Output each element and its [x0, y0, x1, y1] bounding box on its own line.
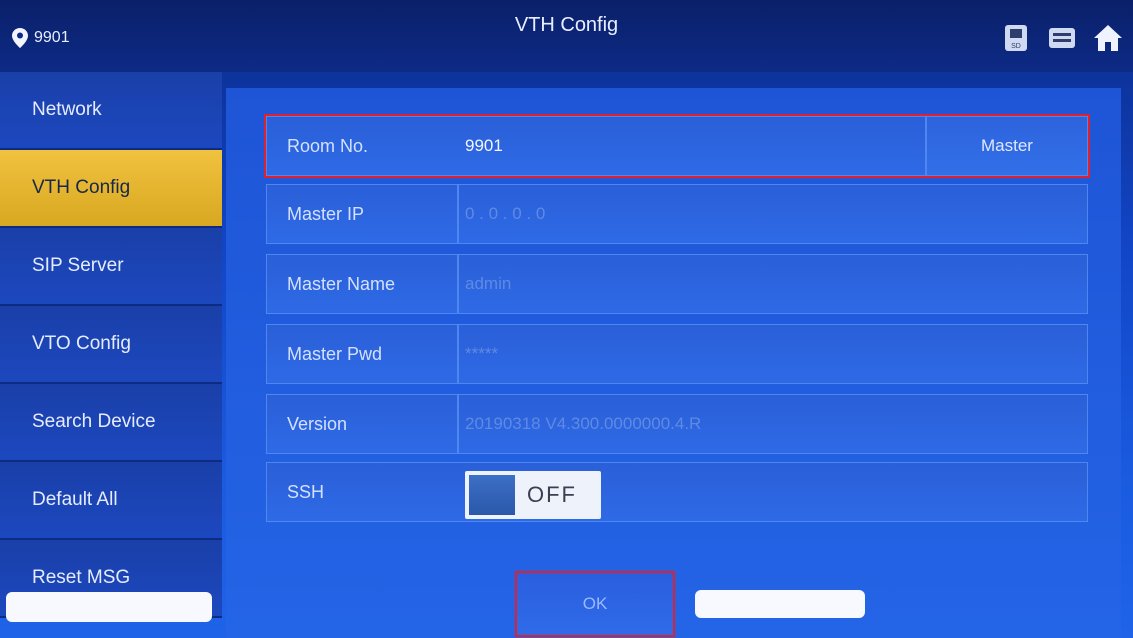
sidebar-item-label: SIP Server	[32, 255, 124, 276]
master-pwd-input[interactable]: *****	[465, 325, 498, 383]
room-no-label: Room No.	[287, 135, 369, 156]
page-title: VTH Config	[514, 14, 619, 36]
room-no-input[interactable]: 9901	[465, 117, 503, 175]
sidebar-item-default-all[interactable]: Default All	[0, 462, 222, 540]
sidebar-item-label: VTH Config	[32, 177, 131, 198]
ok-button[interactable]: OK	[515, 571, 675, 637]
sidebar-item-label: Network	[32, 99, 102, 120]
row-divider	[457, 255, 459, 313]
top-bar: 9901 VTH Config SD	[0, 0, 1133, 72]
config-panel: Room No. 9901 Master Master IP 0 . 0 . 0…	[226, 88, 1121, 638]
row-divider	[457, 395, 459, 453]
master-pwd-row: Master Pwd *****	[266, 324, 1088, 384]
master-ip-input[interactable]: 0 . 0 . 0 . 0	[465, 185, 545, 243]
version-label: Version	[287, 413, 348, 434]
master-ip-label: Master IP	[287, 203, 365, 224]
master-pwd-label: Master Pwd	[287, 343, 383, 364]
sidebar-item-vto-config[interactable]: VTO Config	[0, 306, 222, 384]
home-icon[interactable]	[1091, 22, 1125, 54]
storage-icon[interactable]	[1045, 22, 1079, 54]
ssh-row: SSH OFF	[266, 462, 1088, 522]
screen-glare	[695, 590, 865, 618]
sidebar-item-search-device[interactable]: Search Device	[0, 384, 222, 462]
master-name-label: Master Name	[287, 273, 396, 294]
sidebar-item-label: Search Device	[32, 411, 156, 432]
sidebar-item-network[interactable]: Network	[0, 72, 222, 150]
version-value: 20190318 V4.300.0000000.4.R	[465, 414, 702, 433]
master-button[interactable]: Master	[925, 117, 1087, 175]
toggle-knob	[469, 475, 515, 515]
sidebar-item-sip-server[interactable]: SIP Server	[0, 228, 222, 306]
master-ip-row: Master IP 0 . 0 . 0 . 0	[266, 184, 1088, 244]
ssh-label: SSH	[287, 481, 325, 502]
master-name-row: Master Name admin	[266, 254, 1088, 314]
sidebar-item-label: Reset MSG	[32, 567, 131, 588]
screen-glare	[6, 592, 212, 622]
row-divider	[457, 325, 459, 383]
sd-card-icon[interactable]: SD	[999, 22, 1033, 54]
master-name-input[interactable]: admin	[465, 255, 511, 313]
sidebar: Network VTH Config SIP Server VTO Config…	[0, 72, 222, 638]
ssh-state-label: OFF	[527, 482, 577, 507]
sidebar-item-vth-config[interactable]: VTH Config	[0, 150, 222, 228]
version-row: Version 20190318 V4.300.0000000.4.R	[266, 394, 1088, 454]
sidebar-item-label: Default All	[32, 489, 118, 510]
ssh-toggle[interactable]: OFF	[465, 471, 601, 519]
row-divider	[457, 185, 459, 243]
sidebar-item-label: VTO Config	[32, 333, 131, 354]
svg-text:SD: SD	[1011, 43, 1021, 50]
room-no-row: Room No. 9901 Master	[264, 114, 1090, 178]
